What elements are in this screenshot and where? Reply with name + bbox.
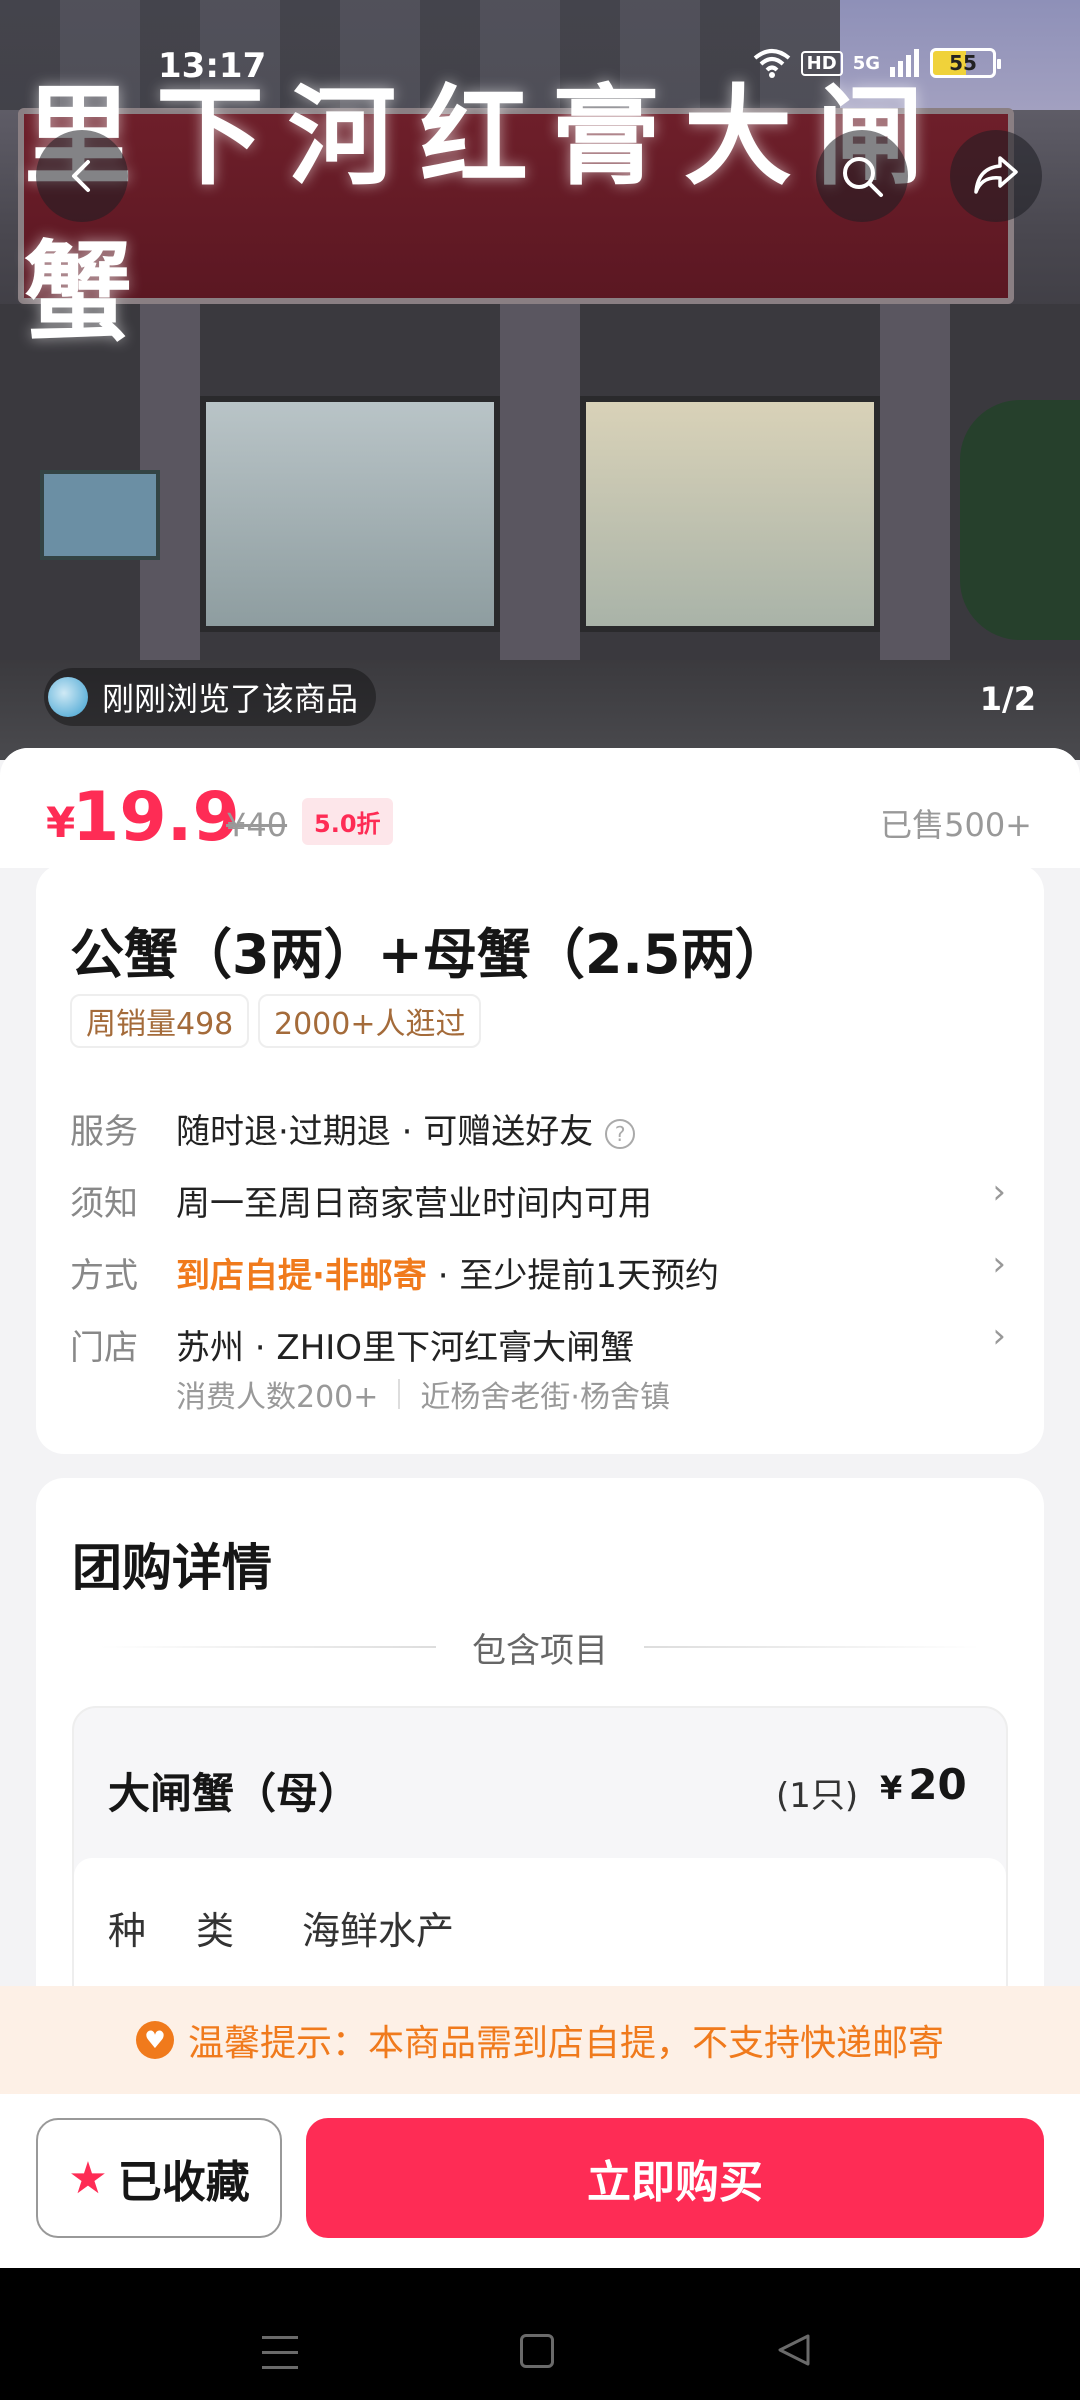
service-text: 随时退·过期退 · 可赠送好友 — [176, 1112, 594, 1152]
heart-icon: ♥ — [135, 2021, 174, 2059]
favorite-label: 已收藏 — [117, 2157, 250, 2208]
back-triangle-icon[interactable] — [776, 2332, 812, 2368]
back-button[interactable] — [36, 130, 128, 222]
divider — [398, 1379, 401, 1409]
sold-count: 已售500+ — [880, 806, 1032, 844]
search-icon — [843, 157, 883, 197]
buy-now-button[interactable]: 立即购买 — [306, 2118, 1044, 2238]
store-value: 苏州 · ZHIO里下河红膏大闸蟹 — [176, 1328, 635, 1368]
image-pager: 1/2 — [979, 680, 1036, 718]
recent-viewer-text: 刚刚浏览了该商品 — [102, 680, 359, 718]
kind-label: 种类 — [108, 1909, 285, 1953]
home-icon[interactable] — [520, 2334, 554, 2368]
star-icon: ★ — [68, 2152, 108, 2204]
price-currency: ¥ — [46, 798, 76, 847]
pickup-notice-text: 温馨提示：本商品需到店自提，不支持快递邮寄 — [187, 2023, 944, 2064]
status-bar: 13:17 HD 5G 55 — [0, 38, 1080, 98]
buy-now-label: 立即购买 — [587, 2157, 763, 2208]
share-button[interactable] — [950, 130, 1042, 222]
includes-divider: 包含项目 — [100, 1622, 980, 1672]
status-time: 13:17 — [158, 46, 267, 86]
pickup-highlight: 到店自提·非邮寄 — [176, 1256, 427, 1296]
chevron-right-icon: › — [992, 1244, 1006, 1284]
help-icon[interactable]: ? — [605, 1118, 636, 1149]
shop-window — [200, 396, 500, 632]
section-title: 团购详情 — [72, 1539, 272, 1597]
chevron-right-icon: › — [992, 1316, 1006, 1356]
hd-badge: HD — [800, 50, 843, 76]
shop-door — [580, 396, 880, 632]
wifi-icon — [753, 49, 790, 78]
favorite-button[interactable]: ★ 已收藏 — [36, 2118, 282, 2238]
store-location: 近杨舍老街·杨舍镇 — [420, 1380, 670, 1415]
service-label: 服务 — [70, 1112, 138, 1152]
item-price: ¥20 — [880, 1760, 967, 1809]
recent-viewer-badge: 刚刚浏览了该商品 — [44, 668, 377, 726]
signal-icon — [890, 49, 919, 77]
product-title: 公蟹（3两）+母蟹（2.5两） — [70, 923, 789, 986]
service-value: 随时退·过期退 · 可赠送好友? — [176, 1104, 636, 1153]
visitors-tag: 2000+人逛过 — [258, 994, 482, 1048]
share-icon — [974, 156, 1018, 194]
chevron-right-icon: › — [992, 1172, 1006, 1212]
divider — [100, 1646, 436, 1648]
includes-label: 包含项目 — [472, 1630, 608, 1671]
store-sub-info: 消费人数200+ 近杨舍老街·杨舍镇 — [176, 1372, 670, 1416]
item-price-value: 20 — [908, 1760, 967, 1809]
chevron-left-icon — [72, 160, 90, 192]
avatar — [48, 677, 88, 717]
battery-icon: 55 — [930, 48, 1001, 78]
bush — [960, 400, 1080, 640]
store-label: 门店 — [70, 1328, 138, 1368]
weekly-sales-tag: 周销量498 — [70, 994, 250, 1048]
menu-icon[interactable] — [262, 2336, 298, 2370]
notice-label: 须知 — [70, 1184, 138, 1224]
store-people: 消费人数200+ — [176, 1380, 379, 1415]
store-photo[interactable]: 里下河红膏大闸蟹 — [0, 0, 1080, 760]
pickup-notice-banner: ♥ 温馨提示：本商品需到店自提，不支持快递邮寄 — [0, 1986, 1080, 2094]
original-price: ¥40 — [226, 806, 288, 844]
method-value: 到店自提·非邮寄 · 至少提前1天预约 — [176, 1248, 719, 1297]
item-quantity: (1只) — [776, 1776, 859, 1816]
price-value: 19.9 — [72, 778, 240, 857]
kind-value: 海鲜水产 — [302, 1909, 455, 1953]
network-label: 5G — [852, 52, 880, 74]
notice-value: 周一至周日商家营业时间内可用 — [176, 1184, 652, 1224]
item-name: 大闸蟹（母） — [108, 1769, 361, 1818]
discount-badge: 5.0折 — [302, 798, 393, 845]
search-button[interactable] — [816, 130, 908, 222]
ac-unit — [40, 470, 160, 560]
divider — [644, 1646, 980, 1648]
method-text: · 至少提前1天预约 — [426, 1256, 719, 1296]
method-label: 方式 — [70, 1256, 138, 1296]
status-icons: HD 5G 55 — [753, 48, 1001, 78]
item-currency: ¥ — [880, 1769, 903, 1807]
